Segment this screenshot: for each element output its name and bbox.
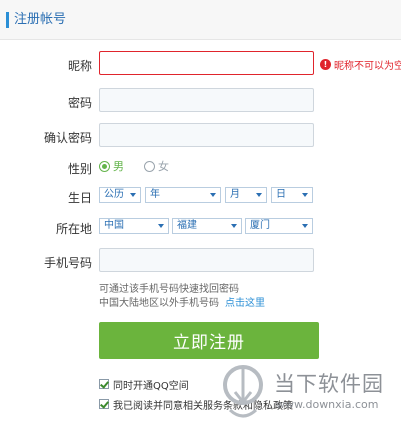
phone-hint-overseas: 中国大陆地区以外手机号码 点击这里 — [99, 294, 265, 309]
day-select[interactable]: 日 — [271, 187, 313, 203]
register-button[interactable]: 立即注册 — [99, 322, 319, 359]
nickname-error-text: 昵称不可以为空 — [334, 60, 401, 72]
qzone-checkbox-row[interactable]: 同时开通QQ空间 — [99, 377, 189, 392]
downxia-logo-icon — [223, 365, 263, 418]
month-select-value: 月 — [230, 189, 240, 200]
chevron-down-icon — [231, 224, 237, 228]
day-select-value: 日 — [276, 189, 286, 200]
year-select-value: 年 — [150, 189, 160, 200]
gender-female-label: 女 — [158, 160, 169, 173]
birthday-label: 生日 — [67, 191, 92, 205]
city-select-value: 厦门 — [250, 220, 270, 231]
alert-icon: ! — [320, 58, 331, 70]
radio-unselected-icon — [144, 160, 155, 172]
confirm-password-label: 确认密码 — [43, 131, 92, 145]
gender-radio-male[interactable]: 男 — [99, 159, 124, 173]
checkbox-checked-icon[interactable] — [99, 399, 109, 409]
nickname-input[interactable] — [99, 51, 314, 75]
password-label: 密码 — [67, 96, 92, 110]
year-select[interactable]: 年 — [145, 187, 221, 203]
checkbox-checked-icon[interactable] — [99, 379, 109, 389]
chevron-down-icon — [302, 193, 308, 197]
qzone-checkbox-label: 同时开通QQ空间 — [113, 380, 189, 392]
header-bar: 注册帐号 — [0, 0, 401, 40]
confirm-password-input[interactable] — [99, 123, 314, 147]
nickname-error: ! 昵称不可以为空 — [320, 57, 401, 72]
gender-male-label: 男 — [113, 160, 124, 173]
location-label: 所在地 — [55, 222, 92, 236]
chevron-down-icon — [256, 193, 262, 197]
chevron-down-icon — [158, 224, 164, 228]
radio-selected-icon — [99, 160, 110, 172]
gender-label: 性别 — [67, 162, 92, 176]
calendar-select-value: 公历 — [104, 189, 124, 200]
watermark-url: www.downxia.com — [276, 398, 379, 411]
month-select[interactable]: 月 — [225, 187, 267, 203]
watermark: 当下软件园 www.downxia.com — [214, 362, 394, 428]
watermark-title: 当下软件园 — [274, 372, 384, 396]
city-select[interactable]: 厦门 — [245, 218, 313, 234]
country-select[interactable]: 中国 — [99, 218, 169, 234]
province-select-value: 福建 — [177, 220, 197, 231]
chevron-down-icon — [302, 224, 308, 228]
nickname-label: 昵称 — [67, 59, 92, 73]
country-select-value: 中国 — [104, 220, 124, 231]
chevron-down-icon — [210, 193, 216, 197]
phone-hint: 可通过该手机号码快速找回密码 — [99, 284, 239, 295]
click-here-link[interactable]: 点击这里 — [225, 298, 265, 309]
password-input[interactable] — [99, 88, 314, 112]
page-title: 注册帐号 — [14, 12, 67, 27]
calendar-select[interactable]: 公历 — [99, 187, 141, 203]
header-accent-bar — [6, 12, 9, 28]
province-select[interactable]: 福建 — [172, 218, 242, 234]
phone-hint-overseas-text: 中国大陆地区以外手机号码 — [99, 298, 219, 309]
chevron-down-icon — [130, 193, 136, 197]
phone-label: 手机号码 — [43, 256, 92, 270]
phone-input[interactable] — [99, 248, 314, 272]
gender-radio-female[interactable]: 女 — [144, 159, 169, 173]
